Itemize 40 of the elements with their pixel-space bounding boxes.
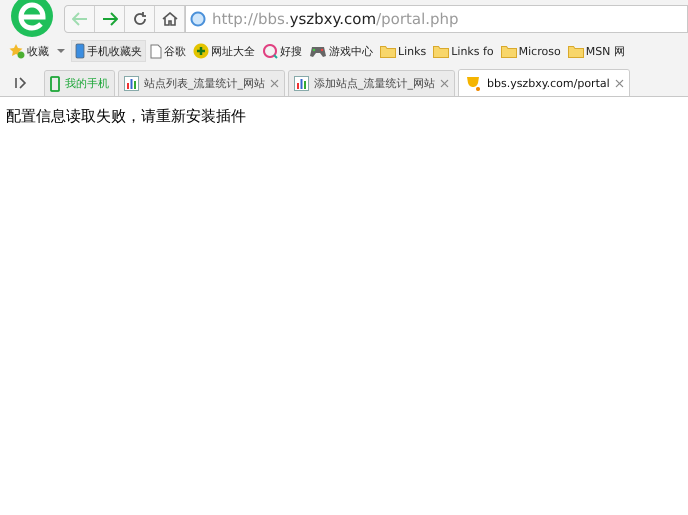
address-field[interactable]: http://bbs.yszbxy.com/portal.php [186, 5, 688, 33]
gamepad-icon [309, 44, 327, 58]
bookmark-item[interactable]: 好搜 [259, 41, 305, 61]
bookmark-item[interactable]: 手机收藏夹 [71, 40, 146, 62]
folder-icon [433, 44, 450, 58]
phone-icon [75, 43, 85, 59]
bookmark-item[interactable]: Microso [498, 42, 564, 60]
page-icon [150, 44, 162, 58]
bookmark-item[interactable]: 谷歌 [147, 42, 189, 60]
home-icon [162, 12, 178, 26]
bookmark-item[interactable]: Links [377, 42, 430, 60]
bookmark-item[interactable]: 收藏 [6, 41, 70, 61]
chart-icon [124, 76, 139, 91]
bookmark-item[interactable]: Links fo [430, 42, 497, 60]
browser-tab[interactable]: 站点列表_流量统计_网站 [118, 70, 285, 96]
chart-icon [294, 76, 309, 91]
refresh-icon [132, 12, 146, 26]
browser-logo[interactable] [10, 0, 54, 38]
folder-icon [568, 44, 584, 58]
ring-icon [262, 43, 278, 59]
phone-icon [50, 76, 60, 92]
trophy-icon [464, 76, 482, 92]
browser-tab[interactable]: bbs.yszbxy.com/portal [458, 69, 630, 96]
back-arrow-icon [72, 12, 88, 26]
bookmark-item[interactable]: 游戏中心 [306, 42, 376, 60]
url-text: http://bbs.yszbxy.com/portal.php [212, 10, 459, 28]
browser-tab[interactable]: 添加站点_流量统计_网站 [288, 70, 455, 96]
globe-icon [190, 11, 206, 27]
forward-arrow-icon [102, 12, 118, 26]
plus-icon [193, 43, 209, 59]
error-message: 配置信息读取失败，请重新安装插件 [6, 107, 247, 126]
close-icon[interactable] [614, 79, 624, 88]
folder-icon [500, 44, 517, 58]
sidebar-toggle-icon[interactable] [14, 76, 28, 90]
bookmark-item[interactable]: MSN 网 [564, 42, 628, 60]
folder-icon [380, 44, 396, 58]
close-icon[interactable] [270, 79, 279, 88]
star-icon [9, 43, 25, 59]
close-icon[interactable] [440, 79, 449, 88]
bookmark-item[interactable]: 网址大全 [190, 41, 258, 61]
